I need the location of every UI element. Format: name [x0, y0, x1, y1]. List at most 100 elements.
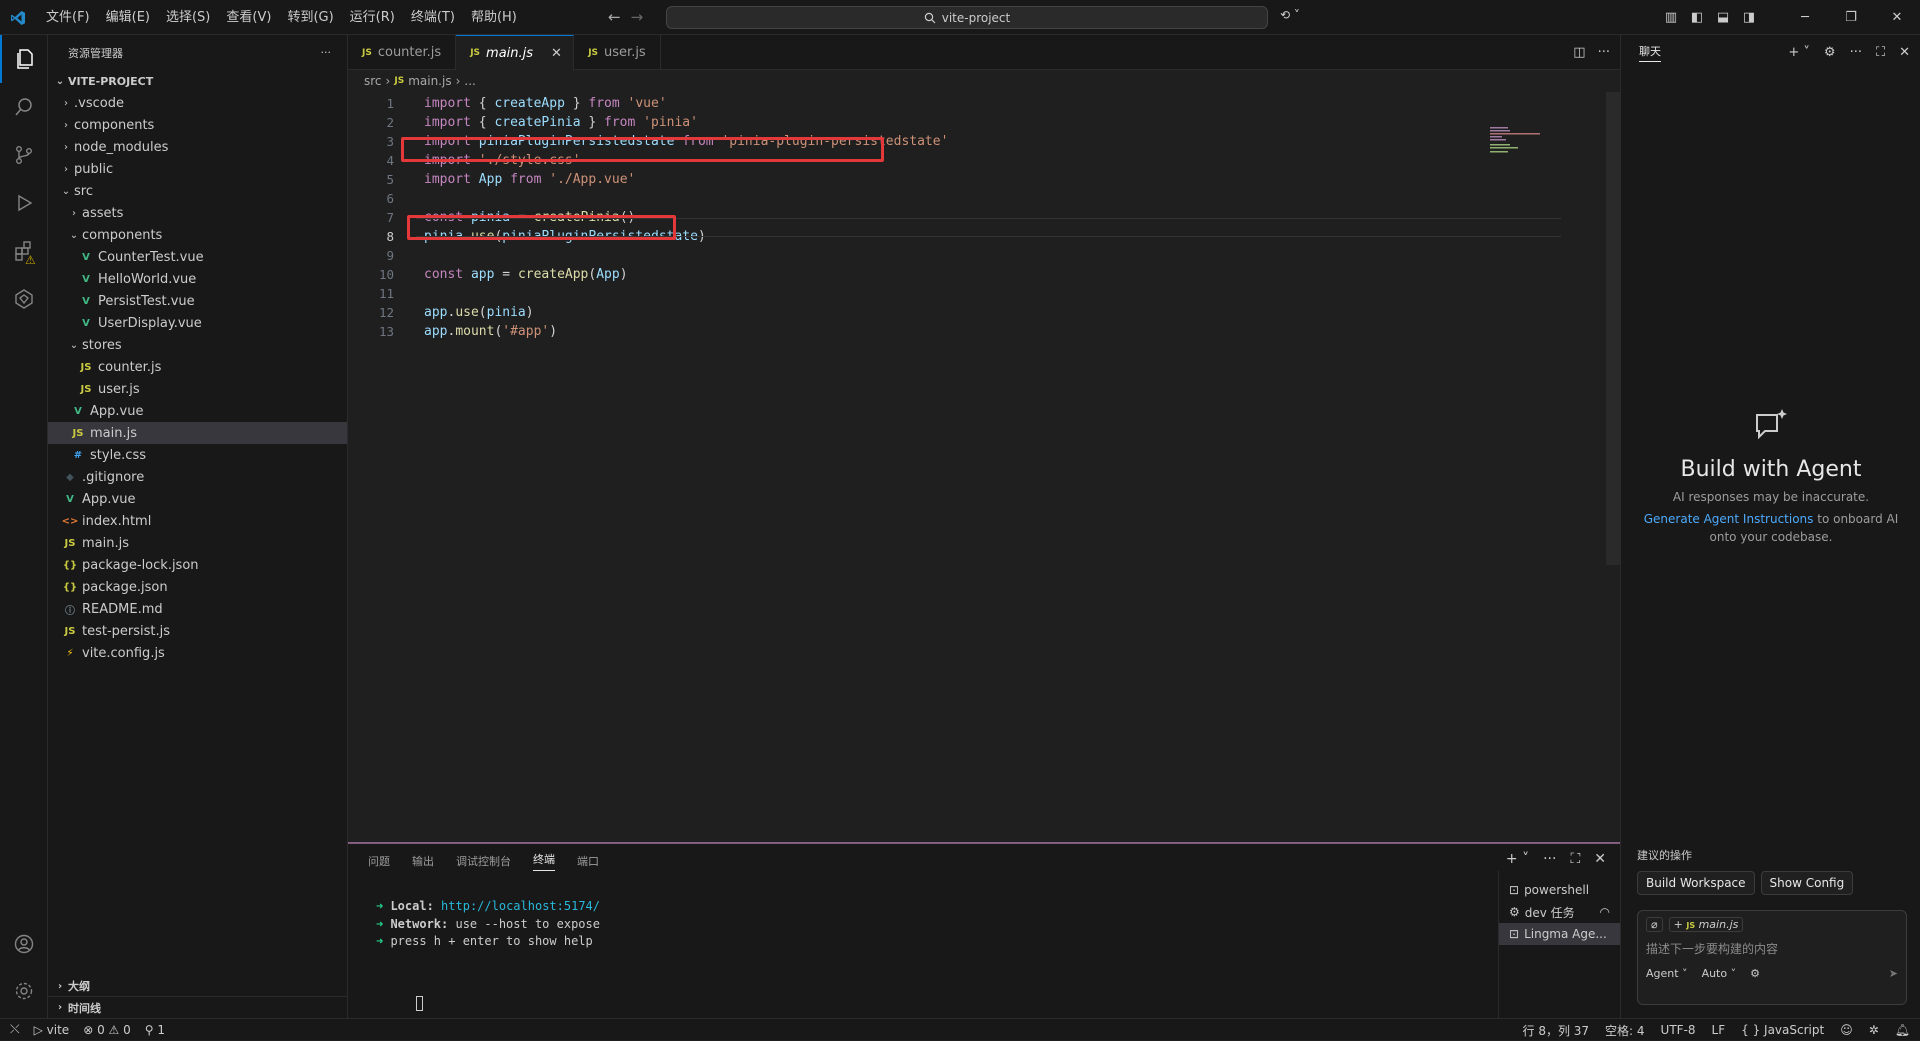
- outline-section[interactable]: › 大纲: [48, 975, 348, 997]
- breadcrumb-folder[interactable]: src: [364, 74, 382, 88]
- file-item[interactable]: <> index.html: [48, 510, 347, 532]
- chat-title[interactable]: 聊天: [1639, 43, 1661, 62]
- new-terminal-icon[interactable]: + ˅: [1506, 851, 1529, 867]
- panel-tab[interactable]: 调试控制台: [456, 853, 511, 869]
- forward-arrow-icon[interactable]: →: [631, 8, 644, 26]
- local-url-link[interactable]: http://localhost:5174/: [441, 899, 600, 913]
- encoding[interactable]: UTF-8: [1661, 1023, 1696, 1037]
- menu-item[interactable]: 查看(V): [218, 0, 279, 35]
- chat-input-box[interactable]: ⌀ + JS main.js 描述下一步要构建的内容 Agent ˅ Auto …: [1637, 910, 1907, 1005]
- cursor-position[interactable]: 行 8，列 37: [1523, 1022, 1590, 1039]
- panel-sash[interactable]: [348, 842, 1620, 844]
- editor-scrollbar[interactable]: [1606, 92, 1620, 565]
- panel-tab[interactable]: 终端: [533, 851, 555, 871]
- explorer-icon[interactable]: [0, 35, 48, 83]
- terminal-item-dev[interactable]: ⚙ dev 任务 ◠: [1499, 901, 1620, 923]
- copilot-status-icon[interactable]: ☺: [1840, 1023, 1853, 1037]
- minimize-button[interactable]: ─: [1782, 0, 1828, 35]
- menu-item[interactable]: 选择(S): [158, 0, 218, 35]
- breadcrumb-more[interactable]: ...: [464, 74, 475, 88]
- file-item[interactable]: V HelloWorld.vue: [48, 268, 347, 290]
- folder-item[interactable]: › .vscode: [48, 92, 347, 114]
- close-window-button[interactable]: ✕: [1874, 0, 1920, 35]
- file-item[interactable]: JS user.js: [48, 378, 347, 400]
- file-item[interactable]: V App.vue: [48, 400, 347, 422]
- tools-icon[interactable]: ⚙: [1750, 967, 1760, 980]
- end-of-line[interactable]: LF: [1712, 1023, 1726, 1037]
- attach-icon[interactable]: ⌀: [1646, 917, 1663, 932]
- build-workspace-button[interactable]: Build Workspace: [1637, 871, 1755, 895]
- file-item[interactable]: JS main.js: [48, 422, 347, 444]
- settings-gear-icon[interactable]: ⚙: [1824, 45, 1836, 60]
- menu-item[interactable]: 编辑(E): [98, 0, 158, 35]
- terminal-item-powershell[interactable]: ⊡ powershell: [1499, 879, 1620, 901]
- tab-counter-js[interactable]: JS counter.js: [348, 35, 457, 70]
- customize-layout-icon[interactable]: ▥: [1658, 0, 1684, 35]
- project-root[interactable]: ⌄ VITE-PROJECT: [48, 70, 347, 92]
- source-control-icon[interactable]: [0, 131, 48, 179]
- folder-item[interactable]: › node_modules: [48, 136, 347, 158]
- file-item[interactable]: {} package-lock.json: [48, 554, 347, 576]
- folder-item[interactable]: ⌄ stores: [48, 334, 347, 356]
- settings-gear-icon[interactable]: [0, 967, 48, 1015]
- file-item[interactable]: ⚡ vite.config.js: [48, 642, 347, 664]
- lingma-status-icon[interactable]: ✲: [1869, 1023, 1879, 1037]
- toggle-secondary-sidebar-icon[interactable]: ◨: [1736, 0, 1762, 35]
- more-actions-icon[interactable]: ···: [1850, 45, 1862, 60]
- menu-item[interactable]: 帮助(H): [463, 0, 525, 35]
- terminal-item-lingma[interactable]: ⊡ Lingma Age...: [1499, 923, 1620, 945]
- maximize-icon[interactable]: ⛶: [1876, 45, 1885, 60]
- generate-instructions-link[interactable]: Generate Agent Instructions: [1644, 512, 1814, 526]
- more-actions-icon[interactable]: ···: [1543, 851, 1556, 867]
- run-debug-icon[interactable]: [0, 179, 48, 227]
- toggle-panel-icon[interactable]: ⬓: [1710, 0, 1736, 35]
- restore-button[interactable]: ❐: [1828, 0, 1874, 35]
- folder-item[interactable]: › public: [48, 158, 347, 180]
- command-center-search[interactable]: vite-project: [666, 6, 1268, 29]
- run-task-item[interactable]: ▷ vite: [34, 1023, 70, 1037]
- mode-dropdown[interactable]: Agent ˅: [1646, 967, 1688, 980]
- file-item[interactable]: V UserDisplay.vue: [48, 312, 347, 334]
- problems-item[interactable]: ⊗ 0 ⚠ 0: [83, 1023, 131, 1037]
- send-icon[interactable]: ➤: [1889, 967, 1898, 980]
- breadcrumb-file[interactable]: main.js: [408, 74, 451, 88]
- terminal-output[interactable]: ➜ Local: http://localhost:5174/ ➜ Networ…: [376, 898, 600, 1011]
- search-icon[interactable]: [0, 83, 48, 131]
- file-item[interactable]: V PersistTest.vue: [48, 290, 347, 312]
- copilot-icon[interactable]: ⟲ ˅: [1280, 8, 1300, 22]
- file-item[interactable]: {} package.json: [48, 576, 347, 598]
- menu-item[interactable]: 运行(R): [342, 0, 403, 35]
- panel-tab[interactable]: 输出: [412, 853, 434, 869]
- remote-icon[interactable]: ⤬: [10, 1022, 20, 1037]
- file-item[interactable]: V CounterTest.vue: [48, 246, 347, 268]
- toggle-sidebar-icon[interactable]: ◧: [1684, 0, 1710, 35]
- extensions-icon[interactable]: ⚠: [0, 227, 48, 275]
- file-item[interactable]: ◆ .gitignore: [48, 466, 347, 488]
- account-icon[interactable]: [0, 920, 48, 968]
- show-config-button[interactable]: Show Config: [1760, 871, 1854, 895]
- file-item[interactable]: JS main.js: [48, 532, 347, 554]
- file-item[interactable]: JS counter.js: [48, 356, 347, 378]
- file-item[interactable]: ⓘ README.md: [48, 598, 347, 620]
- menu-item[interactable]: 终端(T): [403, 0, 463, 35]
- more-actions-icon[interactable]: ···: [321, 46, 332, 59]
- model-dropdown[interactable]: Auto ˅: [1702, 967, 1737, 980]
- close-panel-icon[interactable]: ✕: [1594, 851, 1606, 867]
- tab-main-js[interactable]: JS main.js ✕: [456, 35, 575, 70]
- indentation[interactable]: 空格: 4: [1605, 1022, 1645, 1039]
- folder-item[interactable]: › assets: [48, 202, 347, 224]
- menu-item[interactable]: 文件(F): [38, 0, 98, 35]
- file-item[interactable]: V App.vue: [48, 488, 347, 510]
- code-editor[interactable]: 1 import { createApp } from 'vue' 2 import …: [348, 92, 1620, 792]
- close-tab-icon[interactable]: ✕: [551, 46, 562, 61]
- folder-item[interactable]: › components: [48, 114, 347, 136]
- lingma-icon[interactable]: [0, 275, 48, 323]
- tab-user-js[interactable]: JS user.js: [574, 35, 661, 70]
- ports-item[interactable]: ⚲ 1: [145, 1023, 165, 1037]
- minimap[interactable]: [1490, 125, 1570, 155]
- file-item[interactable]: JS test-persist.js: [48, 620, 347, 642]
- split-editor-icon[interactable]: ◫: [1573, 45, 1585, 60]
- menu-item[interactable]: 转到(G): [279, 0, 341, 35]
- folder-item[interactable]: ⌄ src: [48, 180, 347, 202]
- more-actions-icon[interactable]: ···: [1598, 45, 1610, 60]
